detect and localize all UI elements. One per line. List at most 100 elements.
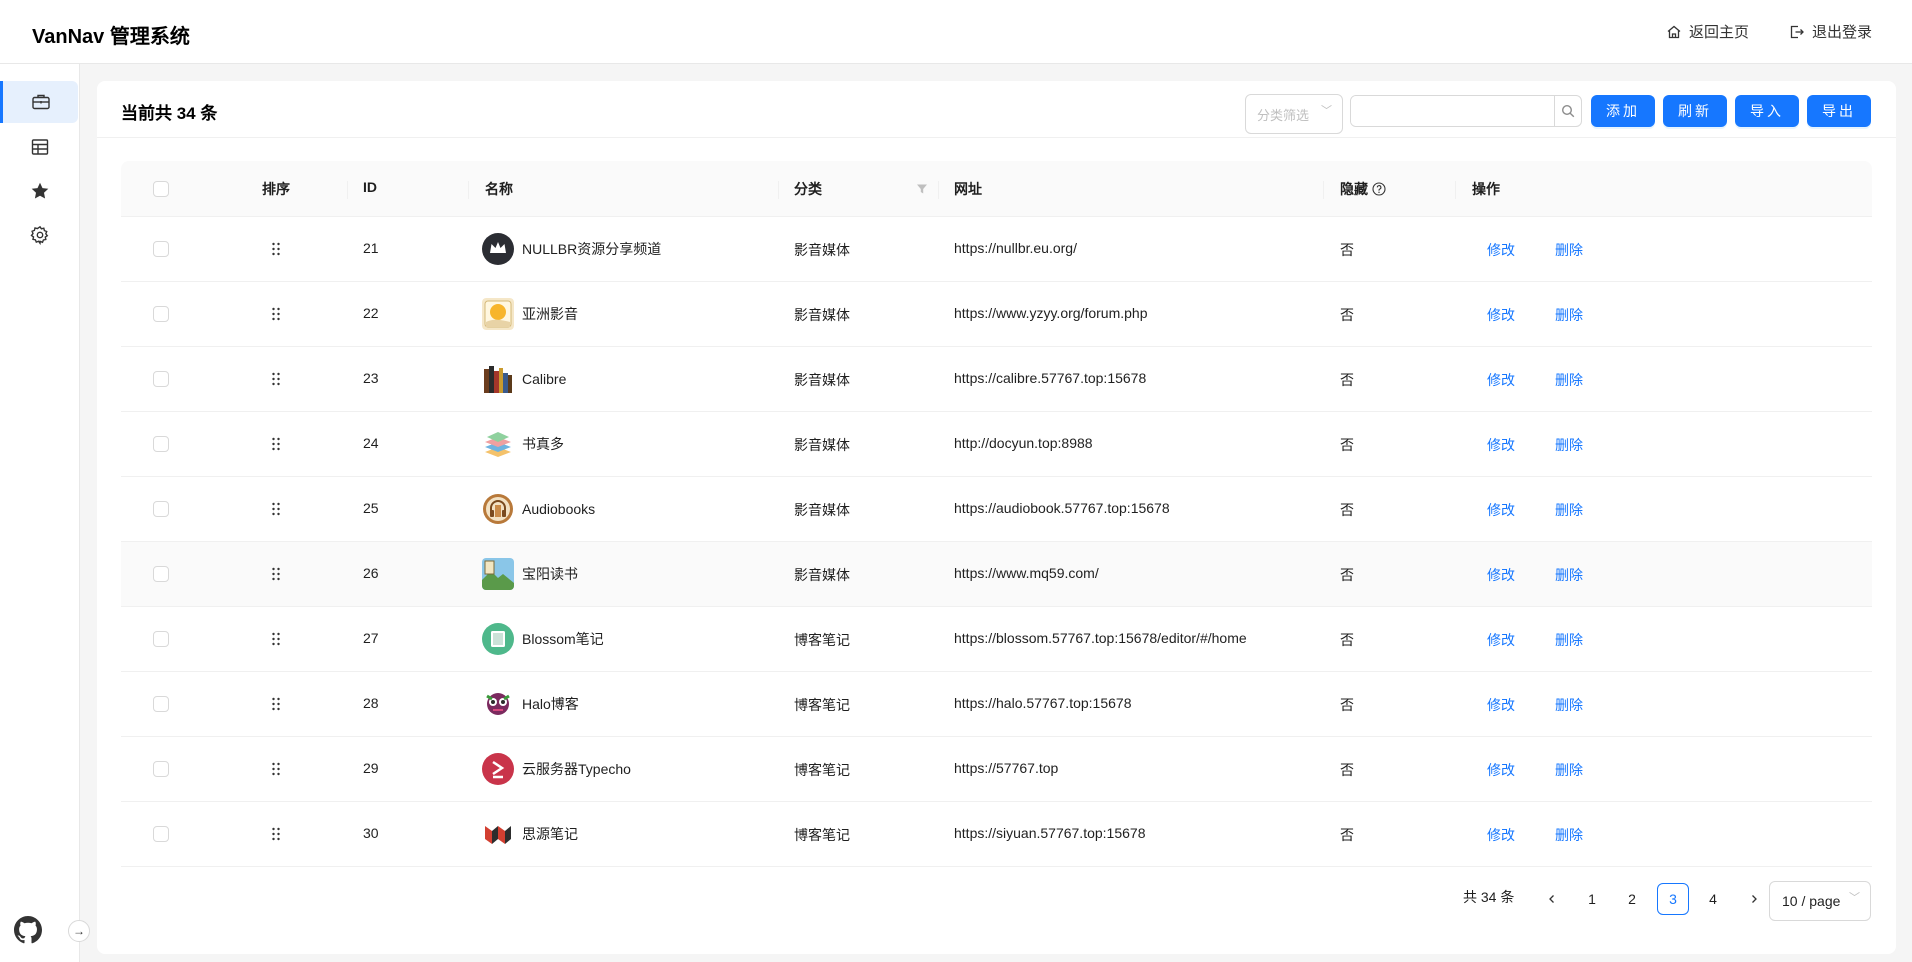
select-all-checkbox[interactable] — [153, 181, 169, 197]
delete-button[interactable]: 删除 — [1555, 240, 1583, 260]
siyuan-icon — [482, 818, 514, 850]
row-checkbox[interactable] — [153, 371, 169, 387]
drag-handle[interactable] — [270, 501, 282, 517]
row-url: https://siyuan.57767.top:15678 — [954, 825, 1146, 841]
table-row: 25 Audiobooks 影音媒体 https://audiobook.57767.… — [121, 477, 1872, 542]
sidebar-item-table[interactable] — [0, 126, 79, 168]
edit-button[interactable]: 修改 — [1487, 435, 1515, 455]
home-link[interactable]: 返回主页 — [1666, 21, 1749, 42]
row-checkbox[interactable] — [153, 501, 169, 517]
search-button[interactable] — [1554, 96, 1581, 126]
star-icon — [31, 182, 48, 199]
edit-button[interactable]: 修改 — [1487, 760, 1515, 780]
row-checkbox[interactable] — [153, 436, 169, 452]
logout-link[interactable]: 退出登录 — [1789, 21, 1872, 42]
row-hidden: 否 — [1340, 502, 1354, 518]
drag-handle[interactable] — [270, 371, 282, 387]
drag-handle-icon — [272, 762, 280, 776]
home-link-label: 返回主页 — [1688, 24, 1749, 41]
drag-handle[interactable] — [270, 241, 282, 257]
delete-button[interactable]: 删除 — [1555, 370, 1583, 390]
export-button[interactable]: 导出 — [1807, 95, 1871, 127]
row-checkbox[interactable] — [153, 761, 169, 777]
briefcase-icon — [31, 94, 50, 110]
collapse-sidebar-button[interactable]: → — [68, 920, 90, 942]
row-checkbox[interactable] — [153, 306, 169, 322]
category-filter-select[interactable]: 分类筛选 ﹀ — [1245, 94, 1343, 134]
row-url: https://www.mq59.com/ — [954, 565, 1099, 581]
row-name-label: 宝阳读书 — [522, 566, 578, 582]
prev-page-button[interactable] — [1536, 883, 1568, 915]
drag-handle[interactable] — [270, 566, 282, 582]
drag-handle[interactable] — [270, 436, 282, 452]
search-input[interactable] — [1351, 96, 1554, 126]
row-checkbox[interactable] — [153, 826, 169, 842]
page-3-button[interactable]: 3 — [1657, 883, 1689, 915]
chevron-right-icon — [1752, 895, 1757, 903]
next-page-button[interactable] — [1738, 883, 1770, 915]
edit-button[interactable]: 修改 — [1487, 565, 1515, 585]
edit-button[interactable]: 修改 — [1487, 500, 1515, 520]
drag-handle-icon — [272, 307, 280, 321]
row-category: 影音媒体 — [794, 307, 850, 323]
delete-button[interactable]: 删除 — [1555, 760, 1583, 780]
drag-handle[interactable] — [270, 696, 282, 712]
add-button[interactable]: 添加 — [1591, 95, 1655, 127]
drag-handle[interactable] — [270, 761, 282, 777]
page-1-button[interactable]: 1 — [1576, 883, 1608, 915]
drag-handle[interactable] — [270, 826, 282, 842]
delete-button[interactable]: 删除 — [1555, 305, 1583, 325]
edit-button[interactable]: 修改 — [1487, 370, 1515, 390]
page-size-select[interactable]: 10 / page ﹀ — [1769, 881, 1871, 921]
edit-button[interactable]: 修改 — [1487, 630, 1515, 650]
row-id: 24 — [363, 435, 379, 451]
column-header-id: ID — [363, 179, 377, 195]
page-2-button[interactable]: 2 — [1616, 883, 1648, 915]
row-hidden: 否 — [1340, 567, 1354, 583]
drag-handle[interactable] — [270, 306, 282, 322]
audiobook-icon — [482, 493, 514, 525]
delete-button[interactable]: 删除 — [1555, 500, 1583, 520]
row-name: Audiobooks — [482, 493, 595, 525]
sidebar-item-favorites[interactable] — [0, 170, 79, 212]
sidebar-item-settings[interactable] — [0, 214, 79, 256]
refresh-button[interactable]: 刷新 — [1663, 95, 1727, 127]
row-id: 25 — [363, 500, 379, 516]
row-name: 宝阳读书 — [482, 558, 578, 590]
search-icon — [1561, 104, 1575, 118]
logout-link-label: 退出登录 — [1811, 24, 1872, 41]
drag-handle-icon — [272, 242, 280, 256]
edit-button[interactable]: 修改 — [1487, 240, 1515, 260]
page-4-button[interactable]: 4 — [1697, 883, 1729, 915]
edit-button[interactable]: 修改 — [1487, 825, 1515, 845]
filter-icon[interactable] — [916, 183, 928, 195]
row-hidden: 否 — [1340, 307, 1354, 323]
row-checkbox[interactable] — [153, 566, 169, 582]
delete-button[interactable]: 删除 — [1555, 695, 1583, 715]
delete-button[interactable]: 删除 — [1555, 435, 1583, 455]
row-checkbox[interactable] — [153, 696, 169, 712]
import-button[interactable]: 导入 — [1735, 95, 1799, 127]
drag-handle[interactable] — [270, 631, 282, 647]
edit-button[interactable]: 修改 — [1487, 305, 1515, 325]
column-separator — [347, 181, 348, 199]
edit-button[interactable]: 修改 — [1487, 695, 1515, 715]
row-checkbox[interactable] — [153, 631, 169, 647]
row-hidden: 否 — [1340, 242, 1354, 258]
github-link[interactable] — [14, 916, 42, 944]
crown-icon — [482, 233, 514, 265]
row-name: Halo博客 — [482, 688, 579, 720]
content-card: 当前共 34 条 分类筛选 ﹀ 添加 刷新 导入 导出 排序 ID 名称 分类 — [97, 81, 1896, 954]
row-checkbox[interactable] — [153, 241, 169, 257]
table-body: 21 NULLBR资源分享频道 影音媒体 https://nullbr.eu.org/… — [121, 217, 1872, 867]
column-header-actions: 操作 — [1472, 181, 1500, 197]
question-circle-icon[interactable] — [1372, 182, 1386, 196]
delete-button[interactable]: 删除 — [1555, 565, 1583, 585]
row-name: Calibre — [482, 363, 566, 395]
pagination-total: 共 34 条 — [1463, 889, 1515, 905]
sidebar-item-tools[interactable] — [0, 81, 78, 123]
row-name-label: Blossom笔记 — [522, 631, 604, 647]
delete-button[interactable]: 删除 — [1555, 825, 1583, 845]
delete-button[interactable]: 删除 — [1555, 630, 1583, 650]
table-row: 22 亚洲影音 影音媒体 https://www.yzyy.org/forum.php… — [121, 282, 1872, 347]
